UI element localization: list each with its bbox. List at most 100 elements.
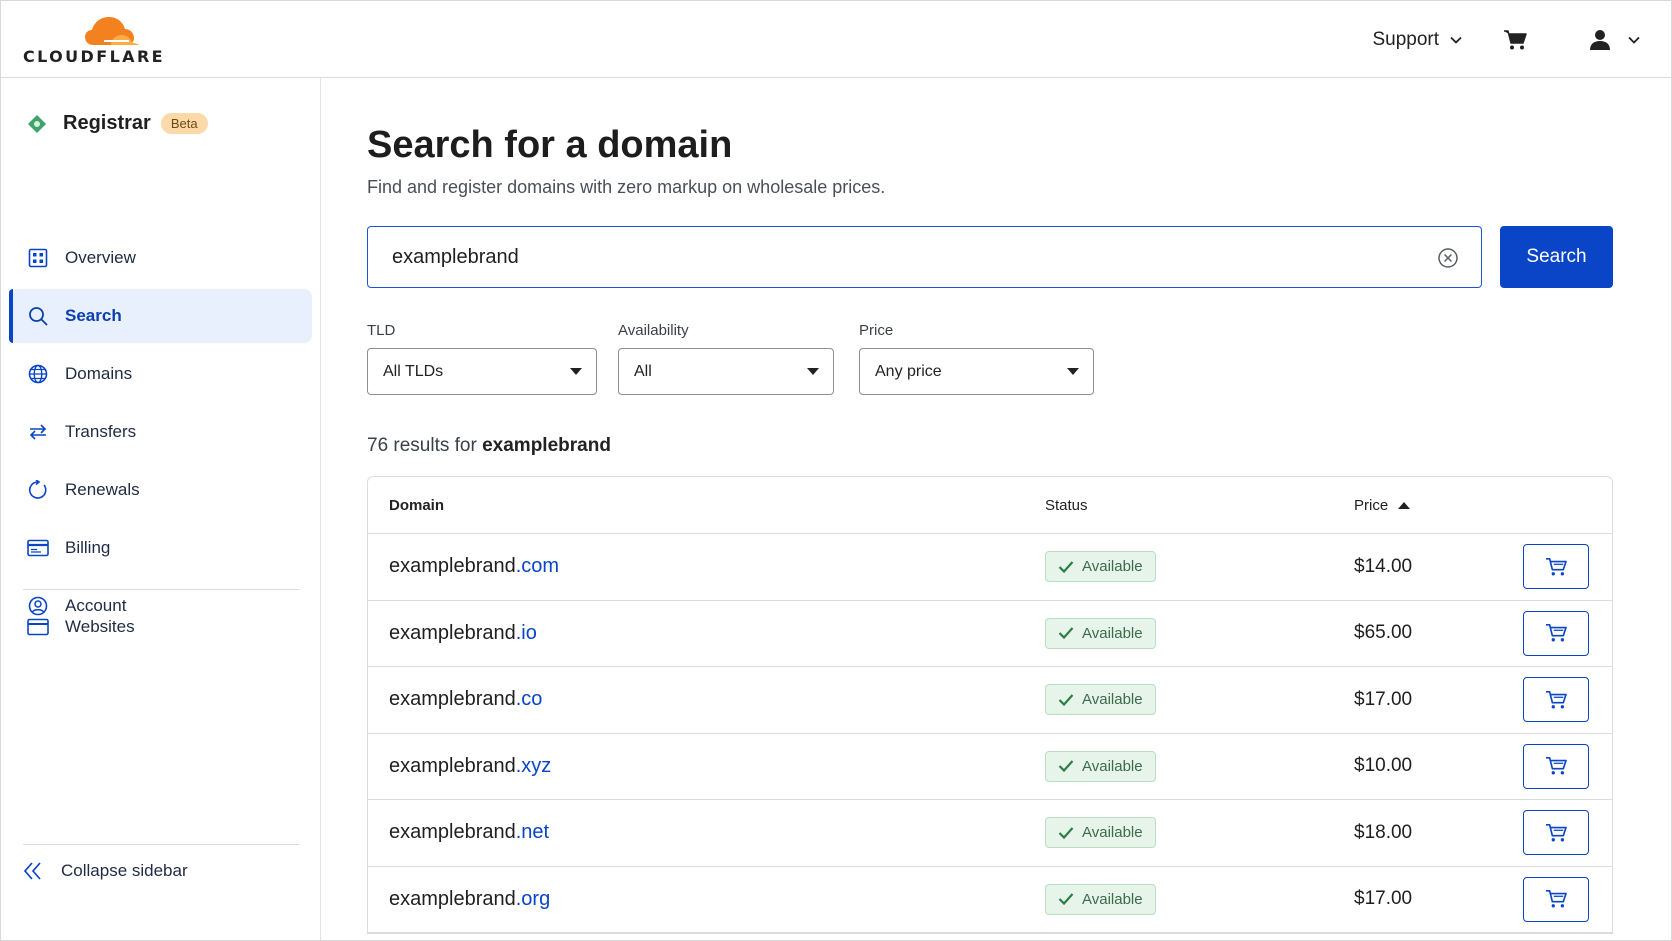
page-title: Search for a domain — [367, 124, 733, 166]
availability-filter: Availability All — [618, 322, 834, 395]
top-right-controls: Support — [1372, 1, 1671, 78]
results-count-text: 76 results for — [367, 435, 477, 456]
chevron-down-icon — [1628, 36, 1640, 44]
sidebar-item-websites[interactable]: Websites — [9, 600, 312, 654]
column-header-price[interactable]: Price — [1354, 497, 1411, 514]
sidebar-item-overview[interactable]: Overview — [9, 231, 312, 285]
domain-label: examplebrand — [389, 555, 516, 578]
domain-tld: .io — [515, 621, 537, 644]
status-label: Available — [1082, 691, 1143, 709]
sidebar-item-label: Renewals — [65, 480, 140, 499]
caret-down-icon — [1067, 368, 1079, 375]
price-filter-label: Price — [859, 322, 894, 339]
domain-label: examplebrand — [389, 688, 516, 711]
add-to-cart-button[interactable] — [1523, 743, 1589, 789]
sidebar-divider — [23, 844, 299, 845]
table-row: examplebrand.xyz Available $10.00 — [368, 734, 1612, 800]
status-badge: Available — [1045, 883, 1156, 915]
sidebar-item-search[interactable]: Search — [9, 289, 312, 343]
add-to-cart-button[interactable] — [1523, 677, 1589, 723]
caret-down-icon — [570, 368, 582, 375]
table-row: examplebrand.io Available $65.00 — [368, 601, 1612, 667]
domain-label: examplebrand — [389, 621, 516, 644]
cart-icon — [1546, 690, 1567, 709]
sidebar-item-label: Billing — [65, 538, 111, 557]
checkmark-icon — [1058, 893, 1074, 906]
chevron-down-icon — [1450, 36, 1462, 44]
user-menu[interactable] — [1589, 29, 1641, 51]
cart-icon — [1546, 624, 1567, 642]
sidebar-item-transfers[interactable]: Transfers — [9, 405, 312, 459]
domain-tld: .xyz — [515, 754, 552, 777]
refresh-icon — [27, 479, 49, 501]
price-value: $10.00 — [1354, 755, 1413, 777]
price-select[interactable]: Any price — [859, 348, 1094, 395]
checkmark-icon — [1058, 694, 1074, 706]
user-icon — [1590, 29, 1610, 50]
domain-tld: .net — [515, 821, 550, 844]
tld-filter-label: TLD — [367, 322, 396, 339]
sidebar: Registrar Beta Overview Search Domains T… — [1, 78, 321, 940]
price-filter: Price Any price — [859, 322, 1094, 395]
domain-name: examplebrand.net — [389, 821, 549, 844]
billing-icon — [27, 537, 49, 559]
cart-button[interactable] — [1503, 29, 1527, 51]
cart-icon — [1546, 823, 1567, 842]
add-to-cart-button[interactable] — [1523, 544, 1589, 590]
tld-select[interactable]: All TLDs — [367, 348, 597, 395]
domain-search-field[interactable] — [367, 226, 1482, 288]
search-button[interactable]: Search — [1500, 226, 1613, 288]
availability-filter-label: Availability — [618, 322, 689, 339]
results-query: examplebrand — [482, 435, 611, 456]
collapse-sidebar-label: Collapse sidebar — [61, 861, 188, 880]
domain-tld: .org — [515, 887, 551, 910]
price-value: $65.00 — [1354, 622, 1413, 644]
status-label: Available — [1082, 890, 1143, 908]
overview-icon — [27, 247, 49, 269]
add-to-cart-button[interactable] — [1523, 810, 1589, 856]
status-badge: Available — [1045, 551, 1156, 583]
domain-tld: .co — [515, 688, 543, 711]
results-summary: 76 results for examplebrand — [367, 435, 611, 457]
status-label: Available — [1082, 558, 1143, 576]
status-label: Available — [1082, 757, 1143, 775]
domain-label: examplebrand — [389, 821, 516, 844]
support-menu[interactable]: Support — [1372, 29, 1463, 51]
results-table: Domain Status Price examplebrand.com Avai… — [367, 476, 1613, 934]
domain-search-input[interactable] — [392, 245, 1412, 269]
beta-badge: Beta — [160, 113, 208, 134]
sidebar-item-domains[interactable]: Domains — [9, 347, 312, 401]
status-badge: Available — [1045, 817, 1156, 849]
tld-select-value: All TLDs — [383, 362, 444, 380]
collapse-sidebar-button[interactable]: Collapse sidebar — [23, 861, 188, 881]
price-value: $17.00 — [1354, 888, 1413, 910]
add-to-cart-button[interactable] — [1523, 876, 1589, 922]
domain-label: examplebrand — [389, 887, 516, 910]
browser-window-icon — [27, 616, 49, 638]
sidebar-item-label: Transfers — [65, 422, 137, 441]
table-row: examplebrand.co Available $17.00 — [368, 667, 1612, 734]
cloudflare-logo[interactable]: CLOUDFLARE — [23, 15, 173, 67]
availability-select-value: All — [634, 362, 652, 380]
cart-icon — [1546, 890, 1567, 908]
app-window: CLOUDFLARE Support Registrar Beta Overvi… — [0, 0, 1672, 941]
tld-filter: TLD All TLDs — [367, 322, 597, 395]
status-label: Available — [1082, 824, 1143, 842]
sidebar-header: Registrar Beta — [27, 112, 208, 135]
domain-tld: .com — [515, 555, 560, 578]
transfer-arrows-icon — [27, 421, 49, 443]
sidebar-websites-group: Websites — [9, 600, 312, 658]
caret-down-icon — [807, 368, 819, 375]
sort-ascending-icon — [1398, 501, 1411, 509]
registrar-tag-icon — [28, 114, 46, 133]
checkmark-icon — [1058, 827, 1074, 839]
sidebar-item-billing[interactable]: Billing — [9, 521, 312, 575]
clear-search-icon[interactable] — [1437, 247, 1459, 274]
status-badge: Available — [1045, 617, 1156, 649]
page-subtitle: Find and register domains with zero mark… — [367, 177, 886, 197]
sidebar-item-label: Websites — [65, 617, 135, 636]
add-to-cart-button[interactable] — [1523, 610, 1589, 656]
availability-select[interactable]: All — [618, 348, 834, 395]
table-row: examplebrand.org Available $17.00 — [368, 867, 1612, 933]
sidebar-item-renewals[interactable]: Renewals — [9, 463, 312, 517]
